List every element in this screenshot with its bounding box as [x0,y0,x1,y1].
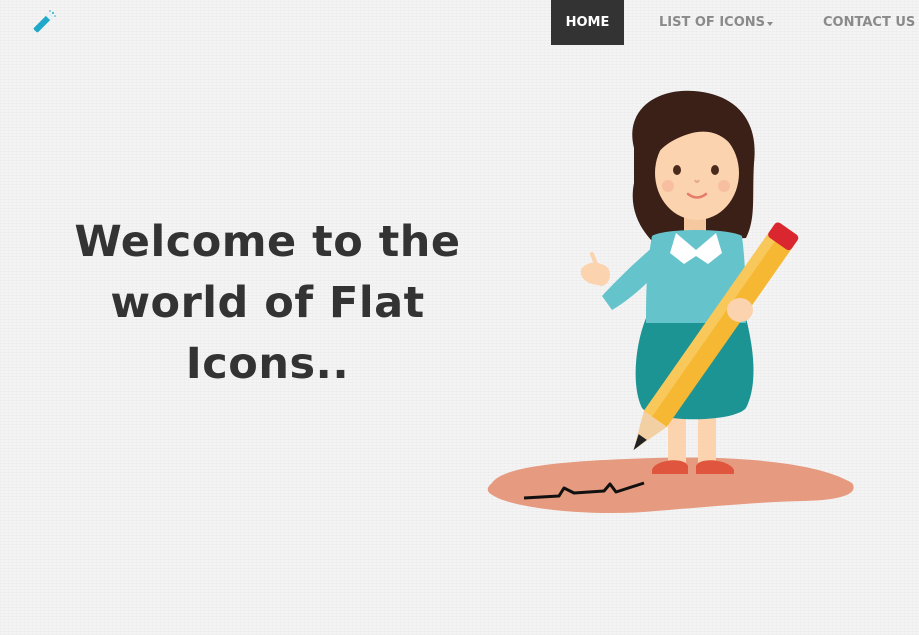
nav-home-label: HOME [565,15,610,30]
girl-with-pencil-illustration [484,88,860,520]
nav-contact-us-label: CONTACT US [823,15,916,30]
nav-menu: HOME LIST OF ICONS CONTACT US [551,0,915,45]
nav-contact-us[interactable]: CONTACT US [823,0,915,45]
caret-down-icon [767,21,774,26]
navbar: HOME LIST OF ICONS CONTACT US [0,0,919,45]
hero-title: Welcome to the world of Flat Icons.. [74,217,461,389]
nav-list-of-icons-label: LIST OF ICONS [659,15,766,30]
nav-home[interactable]: HOME [551,0,624,45]
magic-wand-icon[interactable] [28,8,58,38]
nav-list-of-icons[interactable]: LIST OF ICONS [659,0,774,45]
